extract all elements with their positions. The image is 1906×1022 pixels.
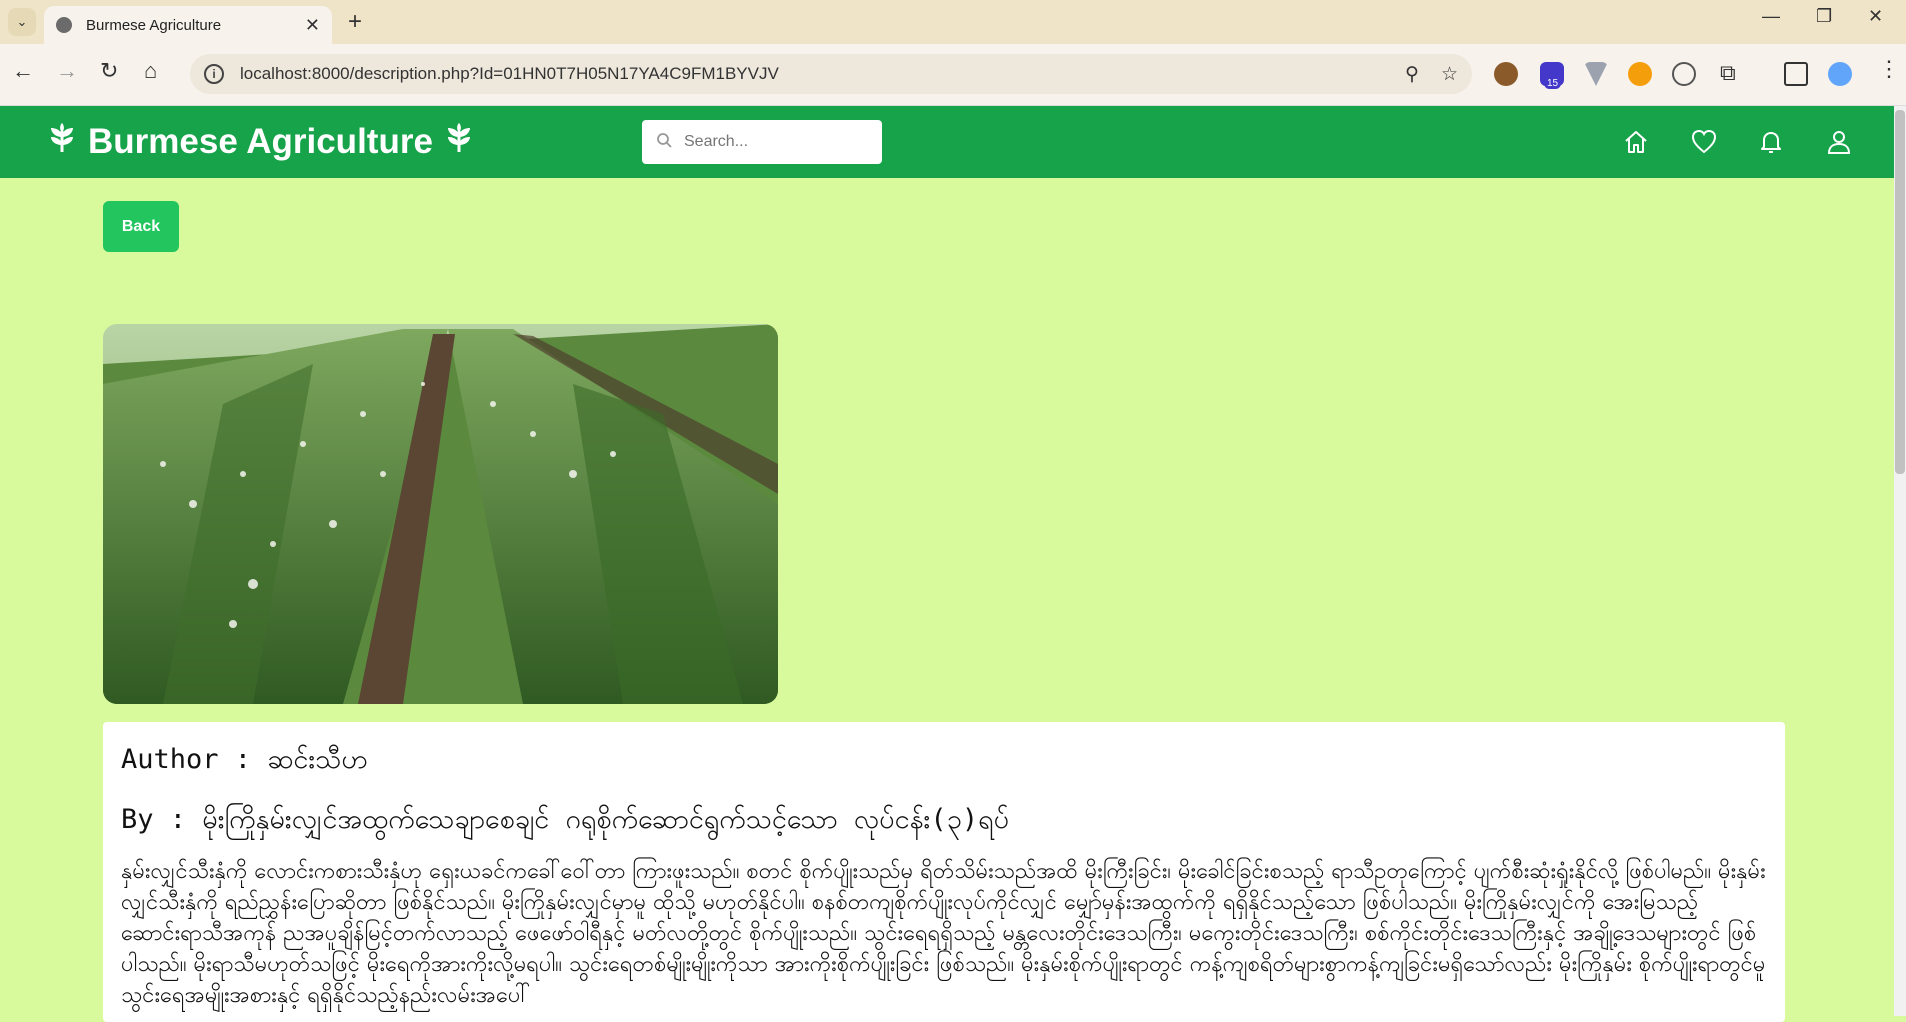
search-icon (656, 132, 672, 153)
leaf-icon-right (445, 123, 473, 161)
tab-search-icon[interactable]: ⌄ (8, 8, 36, 36)
zoom-icon[interactable]: ⚲ (1405, 63, 1419, 86)
extension-badge: 15 (1544, 78, 1562, 89)
address-bar[interactable]: i localhost:8000/description.php?Id=01HN… (190, 54, 1472, 94)
browser-menu-icon[interactable]: ⋮ (1878, 56, 1900, 82)
browser-toolbar: ← → ↻ ⌂ i localhost:8000/description.php… (0, 44, 1906, 106)
tab-title: Burmese Agriculture (86, 16, 222, 34)
leaf-icon (48, 123, 76, 161)
article-card: Author : ဆင်းသီဟ By : မိုးကြိုနှမ်းလျှင်… (103, 722, 1785, 1022)
search-box[interactable] (642, 120, 882, 164)
sesame-field-image (103, 324, 778, 704)
search-input[interactable] (682, 132, 862, 152)
back-button[interactable]: Back (103, 201, 179, 252)
home-browser-icon[interactable]: ⌂ (144, 58, 157, 84)
heart-icon[interactable] (1690, 128, 1718, 156)
forward-arrow-icon[interactable]: → (56, 58, 78, 84)
blocker-extension-icon[interactable] (1628, 62, 1652, 86)
close-tab-icon[interactable]: ✕ (305, 15, 320, 36)
browser-tab[interactable]: Burmese Agriculture ✕ (44, 6, 332, 44)
side-panel-icon[interactable] (1784, 62, 1808, 86)
site-info-icon[interactable]: i (204, 64, 224, 84)
user-icon[interactable] (1825, 128, 1853, 156)
article-description: နှမ်းလျှင်သီးနှံကို လောင်းကစားသီးနှံဟု ရ… (121, 859, 1766, 1008)
brand[interactable]: Burmese Agriculture (36, 118, 485, 166)
brand-title: Burmese Agriculture (88, 122, 433, 161)
bell-icon[interactable] (1757, 128, 1785, 156)
new-tab-icon[interactable]: + (348, 8, 362, 36)
article-title: By : မိုးကြိုနှမ်းလျှင်အထွက်သေချာစေချင် … (121, 804, 1009, 835)
window-close-icon[interactable]: ✕ (1868, 6, 1883, 27)
back-arrow-icon[interactable]: ← (12, 58, 34, 84)
minimize-icon[interactable]: — (1762, 6, 1780, 27)
v-extension-icon[interactable] (1584, 62, 1608, 86)
home-icon[interactable] (1622, 128, 1650, 156)
site-header: Burmese Agriculture (0, 106, 1894, 178)
restore-icon[interactable]: ❐ (1816, 6, 1832, 27)
globe-icon (56, 17, 72, 33)
scrollbar-thumb[interactable] (1895, 110, 1905, 474)
profile-avatar-icon[interactable] (1828, 62, 1852, 86)
devtools-extension-icon[interactable] (1672, 62, 1696, 86)
url-text[interactable]: localhost:8000/description.php?Id=01HN0T… (240, 64, 1383, 84)
author-line: Author : ဆင်းသီဟ (121, 744, 368, 775)
extensions-puzzle-icon[interactable]: ⧉ (1720, 60, 1736, 86)
reload-icon[interactable]: ↻ (100, 58, 118, 84)
bookmark-star-icon[interactable]: ☆ (1441, 63, 1458, 86)
cookie-extension-icon[interactable] (1494, 62, 1518, 86)
browser-tab-bar: ⌄ Burmese Agriculture ✕ + — ❐ ✕ (0, 0, 1906, 44)
